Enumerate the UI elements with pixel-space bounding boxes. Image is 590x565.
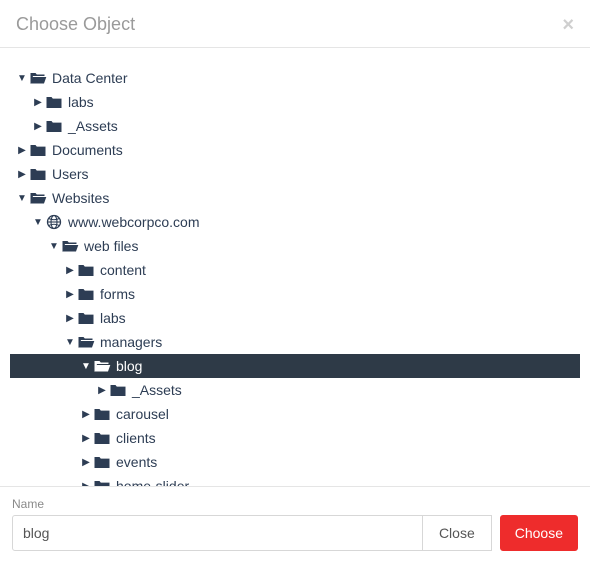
caret-right-icon[interactable]: ▶	[80, 481, 92, 487]
choose-button[interactable]: Choose	[500, 515, 578, 551]
tree-scroll-area[interactable]: ▼ Data Center ▶ labs ▶ _Assets ▶ Documents ▶ User…	[0, 48, 590, 486]
tree-node-content[interactable]: ▶ content	[10, 258, 580, 282]
tree-node-managers[interactable]: ▼ managers	[10, 330, 580, 354]
caret-right-icon[interactable]: ▶	[16, 169, 28, 180]
name-label: Name	[12, 497, 578, 511]
tree-node-label: blog	[116, 354, 142, 378]
caret-down-icon[interactable]: ▼	[16, 193, 28, 204]
tree-node-forms[interactable]: ▶ forms	[10, 282, 580, 306]
caret-right-icon[interactable]: ▶	[80, 457, 92, 468]
tree-node-homeslider[interactable]: ▶ home-slider	[10, 474, 580, 486]
folder-open-icon	[28, 191, 48, 205]
caret-down-icon[interactable]: ▼	[32, 217, 44, 228]
tree-node-label: Users	[52, 162, 89, 186]
caret-down-icon[interactable]: ▼	[48, 241, 60, 252]
modal-title: Choose Object	[16, 14, 135, 35]
tree-node-carousel[interactable]: ▶ carousel	[10, 402, 580, 426]
folder-icon	[92, 408, 112, 421]
caret-right-icon[interactable]: ▶	[96, 385, 108, 396]
tree-node-label: forms	[100, 282, 135, 306]
folder-open-icon	[76, 335, 96, 349]
caret-right-icon[interactable]: ▶	[64, 313, 76, 324]
tree-node-label: home-slider	[116, 474, 189, 486]
tree-node-label: clients	[116, 426, 156, 450]
tree-node-assets2[interactable]: ▶ _Assets	[10, 378, 580, 402]
tree-node-clients[interactable]: ▶ clients	[10, 426, 580, 450]
tree-node-labs2[interactable]: ▶ labs	[10, 306, 580, 330]
tree-node-users[interactable]: ▶ Users	[10, 162, 580, 186]
close-icon[interactable]: ×	[562, 15, 574, 35]
modal-header: Choose Object ×	[0, 0, 590, 48]
tree-node-label: _Assets	[68, 114, 118, 138]
tree-node-websites[interactable]: ▼ Websites	[10, 186, 580, 210]
globe-icon	[44, 214, 64, 230]
tree-node-label: Websites	[52, 186, 109, 210]
folder-icon	[76, 264, 96, 277]
tree-node-site1[interactable]: ▼ www.webcorpco.com	[10, 210, 580, 234]
folder-icon	[44, 120, 64, 133]
caret-right-icon[interactable]: ▶	[80, 409, 92, 420]
tree-node-label: managers	[100, 330, 162, 354]
caret-right-icon[interactable]: ▶	[32, 121, 44, 132]
tree-node-label: labs	[100, 306, 126, 330]
tree-node-webfiles[interactable]: ▼ web files	[10, 234, 580, 258]
caret-down-icon[interactable]: ▼	[64, 337, 76, 348]
close-button[interactable]: Close	[422, 515, 492, 551]
folder-tree: ▼ Data Center ▶ labs ▶ _Assets ▶ Documents ▶ User…	[10, 66, 580, 486]
tree-node-assets1[interactable]: ▶ _Assets	[10, 114, 580, 138]
folder-icon	[92, 456, 112, 469]
footer-controls: Close Choose	[12, 515, 578, 551]
folder-icon	[28, 144, 48, 157]
tree-node-labs1[interactable]: ▶ labs	[10, 90, 580, 114]
folder-open-icon	[28, 71, 48, 85]
tree-node-label: content	[100, 258, 146, 282]
tree-node-label: Documents	[52, 138, 123, 162]
tree-node-documents[interactable]: ▶ Documents	[10, 138, 580, 162]
folder-icon	[92, 432, 112, 445]
tree-node-label: events	[116, 450, 157, 474]
folder-icon	[28, 168, 48, 181]
name-input[interactable]	[12, 515, 423, 551]
tree-node-label: web files	[84, 234, 138, 258]
folder-icon	[44, 96, 64, 109]
folder-icon	[76, 312, 96, 325]
tree-node-data_center[interactable]: ▼ Data Center	[10, 66, 580, 90]
caret-right-icon[interactable]: ▶	[16, 145, 28, 156]
folder-icon	[92, 480, 112, 487]
caret-right-icon[interactable]: ▶	[64, 289, 76, 300]
tree-node-label: carousel	[116, 402, 169, 426]
caret-down-icon[interactable]: ▼	[16, 73, 28, 84]
folder-icon	[108, 384, 128, 397]
choose-object-modal: Choose Object × ▼ Data Center ▶ labs ▶ _Asset…	[0, 0, 590, 565]
modal-footer: Name Close Choose	[0, 486, 590, 565]
caret-right-icon[interactable]: ▶	[32, 97, 44, 108]
caret-right-icon[interactable]: ▶	[64, 265, 76, 276]
tree-node-label: labs	[68, 90, 94, 114]
folder-open-icon	[92, 359, 112, 373]
tree-node-label: Data Center	[52, 66, 127, 90]
folder-open-icon	[60, 239, 80, 253]
tree-node-label: _Assets	[132, 378, 182, 402]
tree-node-blog[interactable]: ▼ blog	[10, 354, 580, 378]
caret-right-icon[interactable]: ▶	[80, 433, 92, 444]
tree-node-label: www.webcorpco.com	[68, 210, 200, 234]
caret-down-icon[interactable]: ▼	[80, 361, 92, 372]
tree-node-events[interactable]: ▶ events	[10, 450, 580, 474]
folder-icon	[76, 288, 96, 301]
